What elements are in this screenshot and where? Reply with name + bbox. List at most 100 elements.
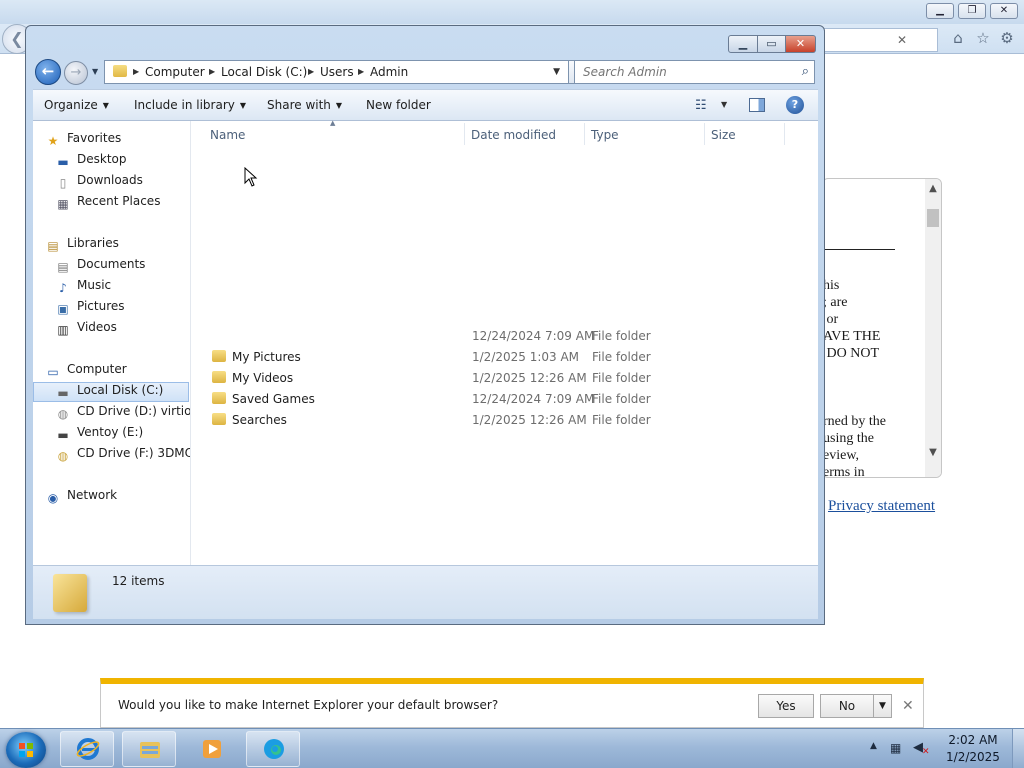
column-header-name[interactable]: Name [210,128,245,142]
address-bar[interactable]: ▶ Computer ▶ Local Disk (C:) ▶ Users ▶ A… [104,60,569,84]
star-icon: ★ [47,134,59,148]
file-type: File folder [592,350,651,364]
pictures-icon: ▣ [57,302,69,316]
nav-item-cd-drive-d[interactable]: ◍ CD Drive (D:) virtio-w [55,404,190,424]
file-list[interactable]: ▲ Name Date modified Type Size 12/24/202… [192,119,818,565]
share-with-label: Share with [267,98,331,112]
favorites-star-icon[interactable]: ☆ [973,28,993,48]
start-button[interactable] [6,732,46,768]
search-box[interactable]: ⌕ [574,60,815,84]
ie-tab[interactable]: ✕ [820,28,938,52]
breadcrumb-computer[interactable]: Computer [145,65,205,79]
gear-icon[interactable]: ⚙ [997,28,1017,48]
ie-tab-close-icon[interactable]: ✕ [897,33,907,47]
column-divider[interactable] [784,123,785,145]
file-row[interactable]: Searches 1/2/2025 12:26 AM File folder [210,410,800,431]
network-icon: ◉ [47,491,59,505]
nav-item-desktop[interactable]: ▬ Desktop [55,152,126,172]
search-input[interactable] [575,61,790,83]
no-button[interactable]: No [820,694,874,718]
nav-item-local-disk[interactable]: ▬ Local Disk (C:) [33,382,189,402]
nav-item-recent-places[interactable]: ▦ Recent Places [55,194,160,214]
breadcrumb-users[interactable]: Users [320,65,354,79]
scroll-up-icon[interactable]: ▲ [928,183,938,194]
taskbar-internet-explorer[interactable] [60,731,114,767]
libraries-icon: ▤ [47,239,59,253]
yes-button[interactable]: Yes [758,694,814,718]
maximize-button[interactable]: ▭ [758,35,786,53]
breadcrumb-separator-icon[interactable]: ▶ [209,67,215,76]
close-button[interactable]: ✕ [786,35,816,53]
nav-item-videos[interactable]: ▥ Videos [55,320,117,340]
no-dropdown-icon[interactable]: ▼ [874,694,892,718]
include-in-library-label: Include in library [134,98,235,112]
column-divider[interactable] [704,123,705,145]
file-name: My Videos [232,371,294,385]
change-view-icon[interactable]: ☷ [695,98,707,113]
file-row[interactable]: 12/24/2024 7:09 AM File folder [210,326,800,347]
nav-item-pictures[interactable]: ▣ Pictures [55,299,124,319]
privacy-statement-link[interactable]: Privacy statement [828,498,935,515]
show-hidden-icons-icon[interactable]: ▲ [870,741,877,751]
column-divider[interactable] [584,123,585,145]
breadcrumb-separator-icon[interactable]: ▶ [133,67,139,76]
nav-item-downloads[interactable]: ▯ Downloads [55,173,143,193]
column-header-size[interactable]: Size [711,128,736,142]
scroll-down-icon[interactable]: ▼ [928,447,938,458]
include-in-library-button[interactable]: Include in library ▼ [134,98,246,112]
ie-scroll-thumb[interactable] [927,209,939,227]
file-date: 12/24/2024 7:09 AM [472,392,595,406]
ie-license-panel: his ; are or AVE THE DO NOT rned by the … [822,178,942,478]
nav-item-libraries[interactable]: ▤ Libraries [45,236,119,256]
organize-button[interactable]: Organize ▼ [44,98,109,112]
nav-item-network[interactable]: ◉ Network [45,488,117,508]
taskbar-media-player[interactable] [184,731,238,767]
nav-item-documents[interactable]: ▤ Documents [55,257,145,277]
ie-close-button[interactable]: ✕ [990,3,1018,19]
breadcrumb-admin[interactable]: Admin [370,65,408,79]
back-button[interactable]: ← [35,59,61,85]
home-icon[interactable]: ⌂ [948,28,968,48]
minimize-button[interactable]: ▁ [728,35,758,53]
search-icon[interactable]: ⌕ [802,64,809,79]
nav-item-cd-drive-f[interactable]: ◍ CD Drive (F:) 3DMOV [55,446,190,466]
taskbar-edge[interactable] [246,731,300,767]
help-icon[interactable]: ? [786,96,804,114]
folder-icon [53,574,87,612]
recent-pages-dropdown-icon[interactable]: ▼ [92,67,98,76]
ie-minimize-button[interactable]: ▁ [926,3,954,19]
close-icon[interactable]: ✕ [902,698,914,714]
network-status-icon[interactable]: ▦ [890,741,901,755]
breadcrumb-separator-icon[interactable]: ▶ [308,67,314,76]
file-row[interactable]: My Pictures 1/2/2025 1:03 AM File folder [210,347,800,368]
nav-item-music[interactable]: ♪ Music [55,278,111,298]
breadcrumb-local-disk[interactable]: Local Disk (C:) [221,65,307,79]
column-divider[interactable] [464,123,465,145]
column-header-type[interactable]: Type [591,128,619,142]
address-dropdown-icon[interactable]: ▼ [553,67,560,77]
nav-label: Recent Places [77,194,161,208]
taskbar-windows-explorer[interactable] [122,731,176,767]
clock-time[interactable]: 2:02 AM [940,733,1006,747]
file-row[interactable]: My Videos 1/2/2025 12:26 AM File folder [210,368,800,389]
ie-panel-scrollbar[interactable]: ▲ ▼ [925,179,941,477]
ie-restore-button[interactable]: ❐ [958,3,986,19]
preview-pane-icon[interactable] [749,98,765,112]
share-with-button[interactable]: Share with ▼ [267,98,342,112]
file-date: 12/24/2024 7:09 AM [472,329,595,343]
forward-button[interactable]: → [64,61,88,85]
new-folder-button[interactable]: New folder [366,98,431,112]
desktop-icon: ▬ [57,155,69,169]
file-row[interactable]: Saved Games 12/24/2024 7:09 AM File fold… [210,389,800,410]
clock-date[interactable]: 1/2/2025 [940,750,1006,764]
breadcrumb-separator-icon[interactable]: ▶ [358,67,364,76]
nav-label: Documents [77,257,146,271]
nav-item-computer[interactable]: ▭ Computer [45,362,126,382]
nav-item-ventoy[interactable]: ▬ Ventoy (E:) [55,425,143,445]
navigation-pane[interactable]: ★ Favorites ▬ Desktop ▯ Downloads ▦ Recent P… [33,121,191,565]
chevron-down-icon[interactable]: ▼ [721,100,727,109]
nav-item-favorites[interactable]: ★ Favorites [45,131,122,151]
column-header-date-modified[interactable]: Date modified [471,128,556,142]
show-desktop-button[interactable] [1012,729,1024,768]
ie-titlebar: ▁ ❐ ✕ [0,0,1024,24]
